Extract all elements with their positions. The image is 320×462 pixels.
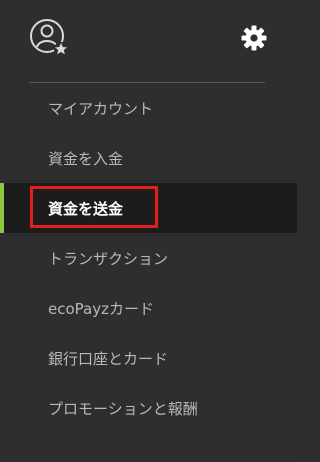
menu-item-ecopayz-card[interactable]: ecoPayzカード bbox=[0, 283, 297, 333]
gear-icon[interactable] bbox=[239, 23, 269, 53]
menu-item-label: プロモーションと報酬 bbox=[48, 399, 198, 418]
menu-item-send-money[interactable]: 資金を送金 bbox=[0, 183, 297, 233]
side-menu-panel: マイアカウント 資金を入金 資金を送金 トランザクション ecoPayzカード … bbox=[0, 0, 297, 462]
menu-item-label: 銀行口座とカード bbox=[48, 349, 169, 368]
menu-item-label: 資金を送金 bbox=[48, 199, 124, 218]
menu-item-deposit[interactable]: 資金を入金 bbox=[0, 133, 297, 183]
menu-header bbox=[0, 0, 297, 80]
user-avatar-icon[interactable] bbox=[28, 17, 70, 59]
menu-item-label: 資金を入金 bbox=[48, 149, 124, 168]
menu-item-label: ecoPayzカード bbox=[48, 299, 154, 318]
menu-item-my-account[interactable]: マイアカウント bbox=[0, 83, 297, 133]
menu-item-bank-accounts-cards[interactable]: 銀行口座とカード bbox=[0, 333, 297, 383]
side-menu: マイアカウント 資金を入金 資金を送金 トランザクション ecoPayzカード … bbox=[0, 83, 297, 433]
menu-item-transactions[interactable]: トランザクション bbox=[0, 233, 297, 283]
menu-item-label: マイアカウント bbox=[48, 99, 154, 118]
menu-item-promotions-rewards[interactable]: プロモーションと報酬 bbox=[0, 383, 297, 433]
menu-item-label: トランザクション bbox=[48, 249, 169, 268]
